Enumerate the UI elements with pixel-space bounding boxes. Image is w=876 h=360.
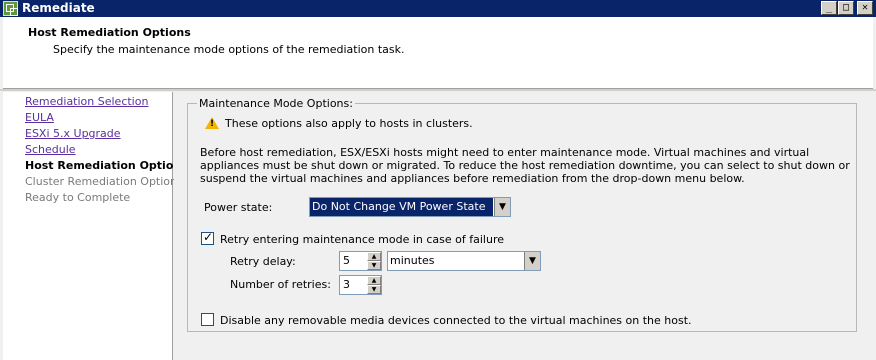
retry-checkbox[interactable] xyxy=(201,230,214,245)
window-title: Remediate xyxy=(22,1,95,15)
maximize-button[interactable]: □ xyxy=(838,1,854,15)
disable-media-checkbox[interactable] xyxy=(201,313,214,326)
warning-text: These options also apply to hosts in clu… xyxy=(225,117,473,130)
group-legend: Maintenance Mode Options: xyxy=(197,97,355,110)
wizard-steps-nav: Remediation Selection EULA ESXi 5.x Upgr… xyxy=(3,92,188,360)
power-state-value: Do Not Change VM Power State xyxy=(310,198,493,216)
retry-delay-unit-dropdown[interactable]: minutes ▼ xyxy=(387,251,541,271)
retries-spinner[interactable]: 3 ▲ ▼ xyxy=(339,275,382,295)
nav-item-schedule[interactable]: Schedule xyxy=(25,143,76,156)
spinner-buttons[interactable]: ▲ ▼ xyxy=(367,252,381,270)
spin-up-icon[interactable]: ▲ xyxy=(367,252,381,261)
nav-item-cluster-remediation-options: Cluster Remediation Options xyxy=(25,175,183,188)
spin-up-icon[interactable]: ▲ xyxy=(367,276,381,285)
power-state-dropdown[interactable]: Do Not Change VM Power State ▼ xyxy=(309,197,511,217)
retry-delay-value: 5 xyxy=(343,254,350,267)
nav-item-eula[interactable]: EULA xyxy=(25,111,54,124)
title-bar: Remediate _ □ ✕ xyxy=(0,0,876,17)
chevron-down-icon[interactable]: ▼ xyxy=(524,252,540,270)
page-subtitle: Specify the maintenance mode options of … xyxy=(53,43,405,56)
retry-delay-unit-value: minutes xyxy=(390,254,435,267)
retries-value: 3 xyxy=(343,278,350,291)
close-button[interactable]: ✕ xyxy=(857,1,873,15)
app-icon xyxy=(3,1,18,16)
nav-item-esxi-upgrade[interactable]: ESXi 5.x Upgrade xyxy=(25,127,121,140)
spin-down-icon[interactable]: ▼ xyxy=(367,285,381,294)
maintenance-mode-group: Maintenance Mode Options: ! These option… xyxy=(187,97,857,332)
retry-delay-label: Retry delay: xyxy=(230,255,296,268)
retry-label: Retry entering maintenance mode in case … xyxy=(220,233,505,246)
spinner-buttons[interactable]: ▲ ▼ xyxy=(367,276,381,294)
warning-icon: ! xyxy=(205,117,219,129)
spin-down-icon[interactable]: ▼ xyxy=(367,261,381,270)
wizard-header: Host Remediation Options Specify the mai… xyxy=(3,17,873,89)
retries-label: Number of retries: xyxy=(230,278,331,291)
disable-media-label: Disable any removable media devices conn… xyxy=(220,314,692,327)
page-title: Host Remediation Options xyxy=(28,26,191,39)
minimize-button[interactable]: _ xyxy=(821,1,837,15)
nav-item-host-remediation-options: Host Remediation Options xyxy=(25,159,188,172)
chevron-down-icon[interactable]: ▼ xyxy=(494,198,510,216)
main-content: Maintenance Mode Options: ! These option… xyxy=(174,92,876,360)
nav-item-remediation-selection[interactable]: Remediation Selection xyxy=(25,95,148,108)
retry-delay-spinner[interactable]: 5 ▲ ▼ xyxy=(339,251,382,271)
power-state-label: Power state: xyxy=(204,201,273,214)
description-text: Before host remediation, ESX/ESXi hosts … xyxy=(200,146,850,185)
nav-item-ready-to-complete: Ready to Complete xyxy=(25,191,131,204)
header-separator xyxy=(0,89,876,91)
